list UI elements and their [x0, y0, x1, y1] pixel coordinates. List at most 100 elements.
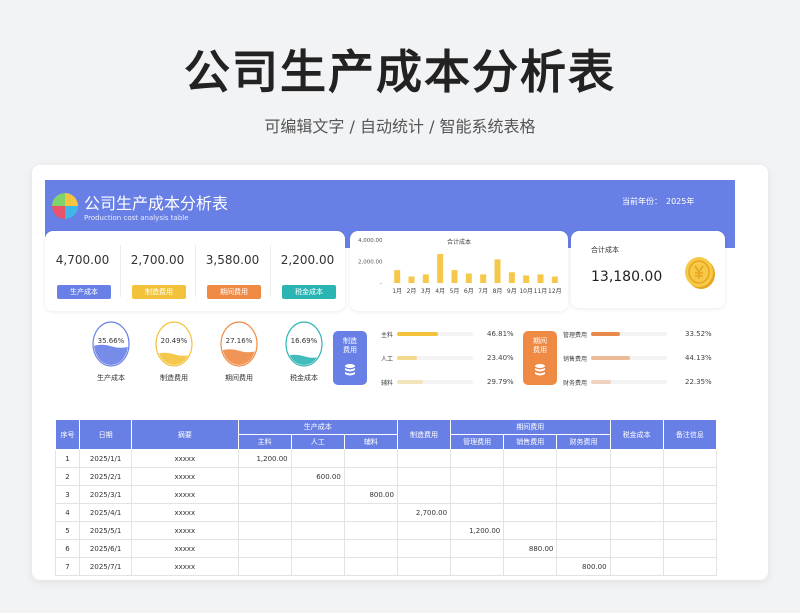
table-cell[interactable] [503, 503, 558, 522]
table-cell[interactable] [556, 485, 611, 504]
table-cell[interactable]: 600.00 [290, 467, 345, 486]
table-cell[interactable]: 2025/4/1 [79, 503, 133, 522]
table-row[interactable]: 7 2025/7/1 xxxxx 800.00 [54, 557, 718, 576]
table-cell[interactable] [609, 503, 664, 522]
table-cell[interactable] [396, 539, 452, 558]
table-cell[interactable] [290, 539, 345, 558]
table-cell[interactable]: 2025/6/1 [79, 539, 133, 558]
table-cell[interactable]: 2025/1/1 [79, 449, 133, 468]
table-cell[interactable] [556, 449, 611, 468]
table-cell[interactable] [503, 485, 558, 504]
year-value[interactable]: 2025年 [666, 196, 694, 207]
table-cell[interactable] [396, 449, 452, 468]
table-cell[interactable] [609, 467, 664, 486]
table-cell[interactable] [237, 467, 292, 486]
header-production: 生产成本 [237, 419, 398, 435]
table-cell[interactable] [396, 485, 452, 504]
table-cell[interactable] [290, 557, 345, 576]
table-cell[interactable] [662, 539, 718, 558]
table-cell[interactable] [290, 485, 345, 504]
x-tick-label: 10月 [519, 288, 533, 295]
table-cell[interactable]: 2,700.00 [396, 503, 452, 522]
table-cell[interactable] [290, 521, 345, 540]
table-cell[interactable]: 1,200.00 [450, 521, 505, 540]
table-cell[interactable] [396, 467, 452, 486]
table-cell[interactable] [556, 503, 611, 522]
table-cell[interactable]: 800.00 [343, 485, 398, 504]
table-cell[interactable] [237, 539, 292, 558]
table-cell[interactable] [662, 485, 718, 504]
table-cell[interactable] [556, 521, 611, 540]
table-cell[interactable] [503, 467, 558, 486]
table-cell[interactable]: 5 [54, 521, 81, 540]
table-row[interactable]: 5 2025/5/1 xxxxx 1,200.00 [54, 521, 718, 540]
table-cell[interactable]: 4 [54, 503, 81, 522]
spreadsheet-card: 公司生产成本分析表 Production cost analysis table… [32, 165, 768, 580]
table-cell[interactable] [450, 557, 505, 576]
table-row[interactable]: 6 2025/6/1 xxxxx 880.00 [54, 539, 718, 558]
table-cell[interactable] [662, 467, 718, 486]
table-cell[interactable]: 2 [54, 467, 81, 486]
x-tick-label: 2月 [407, 288, 417, 295]
table-cell[interactable] [237, 503, 292, 522]
table-cell[interactable] [609, 521, 664, 540]
table-cell[interactable]: 1 [54, 449, 81, 468]
table-cell[interactable] [609, 557, 664, 576]
table-cell[interactable] [450, 449, 505, 468]
table-cell[interactable]: 1,200.00 [237, 449, 292, 468]
table-cell[interactable]: xxxxx [131, 557, 239, 576]
table-cell[interactable] [609, 449, 664, 468]
table-cell[interactable] [290, 503, 345, 522]
table-cell[interactable]: 800.00 [556, 557, 611, 576]
table-cell[interactable] [343, 503, 398, 522]
table-cell[interactable] [237, 557, 292, 576]
table-cell[interactable] [237, 485, 292, 504]
table-cell[interactable]: xxxxx [131, 521, 239, 540]
table-cell[interactable]: 2025/2/1 [79, 467, 133, 486]
table-cell[interactable] [343, 557, 398, 576]
table-cell[interactable]: 3 [54, 485, 81, 504]
table-cell[interactable]: xxxxx [131, 485, 239, 504]
table-cell[interactable] [662, 557, 718, 576]
table-cell[interactable] [343, 521, 398, 540]
table-cell[interactable] [662, 503, 718, 522]
table-cell[interactable] [662, 521, 718, 540]
table-cell[interactable]: 880.00 [503, 539, 558, 558]
table-cell[interactable]: 7 [54, 557, 81, 576]
table-cell[interactable]: 2025/5/1 [79, 521, 133, 540]
table-cell[interactable]: xxxxx [131, 449, 239, 468]
table-row[interactable]: 4 2025/4/1 xxxxx 2,700.00 [54, 503, 718, 522]
table-cell[interactable] [503, 449, 558, 468]
table-cell[interactable] [662, 449, 718, 468]
table-cell[interactable] [609, 485, 664, 504]
table-cell[interactable] [450, 467, 505, 486]
table-cell[interactable] [343, 449, 398, 468]
table-cell[interactable]: xxxxx [131, 539, 239, 558]
table-cell[interactable] [503, 521, 558, 540]
table-cell[interactable] [556, 467, 611, 486]
table-cell[interactable] [290, 449, 345, 468]
chart-bar [480, 274, 487, 283]
table-cell[interactable] [556, 539, 611, 558]
table-cell[interactable] [343, 539, 398, 558]
table-row[interactable]: 1 2025/1/1 xxxxx 1,200.00 [54, 449, 718, 468]
table-row[interactable]: 3 2025/3/1 xxxxx 800.00 [54, 485, 718, 504]
table-cell[interactable] [396, 557, 452, 576]
table-cell[interactable]: 2025/7/1 [79, 557, 133, 576]
table-cell[interactable] [609, 539, 664, 558]
table-cell[interactable]: 2025/3/1 [79, 485, 133, 504]
table-cell[interactable] [450, 539, 505, 558]
ratio-percent: 27.16% [226, 337, 253, 345]
table-cell[interactable]: 6 [54, 539, 81, 558]
table-cell[interactable]: xxxxx [131, 467, 239, 486]
table-row[interactable]: 2 2025/2/1 xxxxx 600.00 [54, 467, 718, 486]
card-label: 制造 费用 [343, 337, 357, 354]
table-cell[interactable] [237, 521, 292, 540]
table-cell[interactable]: xxxxx [131, 503, 239, 522]
table-cell[interactable] [450, 503, 505, 522]
table-cell[interactable] [396, 521, 452, 540]
table-cell[interactable] [503, 557, 558, 576]
table-cell[interactable] [343, 467, 398, 486]
x-tick-label: 6月 [464, 288, 474, 295]
table-cell[interactable] [450, 485, 505, 504]
